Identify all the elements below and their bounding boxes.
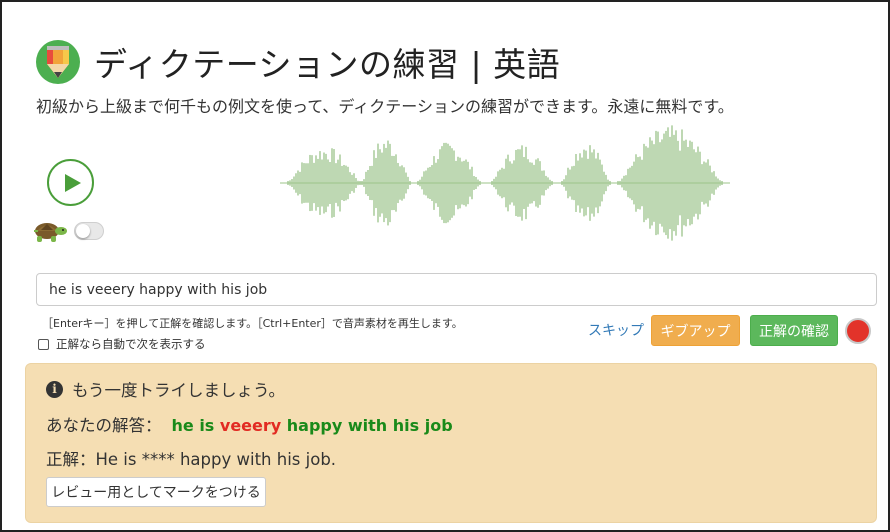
pencil-logo-icon <box>36 40 80 84</box>
your-answer-label: あなたの解答： <box>46 416 162 435</box>
your-answer-text: he is veeery happy with his job <box>172 416 453 435</box>
play-icon <box>64 173 81 192</box>
toggle-knob <box>76 224 90 238</box>
auto-next-option[interactable]: 正解なら自動で次を表示する <box>38 336 206 352</box>
answer-input[interactable] <box>36 273 877 306</box>
page-header: ディクテーションの練習 | 英語 <box>36 38 560 86</box>
turtle-icon[interactable] <box>32 218 68 244</box>
give-up-button[interactable]: ギブアップ <box>651 315 740 346</box>
auto-next-checkbox[interactable] <box>38 338 49 350</box>
page-subtitle: 初級から上級まで何千もの例文を使って、ディクテーションの練習ができます。永遠に無… <box>36 97 734 116</box>
result-message-text: もう一度トライしましょう。 <box>72 381 286 400</box>
info-icon: i <box>46 380 63 398</box>
play-button[interactable] <box>47 159 94 206</box>
mark-for-review-button[interactable]: レビュー用としてマークをつける <box>46 477 266 507</box>
result-message: i もう一度トライしましょう。 <box>46 377 285 401</box>
skip-link[interactable]: スキップ <box>588 320 644 340</box>
answer-part-wrong: veeery <box>219 416 282 435</box>
correct-answer-row: 正解：He is **** happy with his job. <box>46 446 336 470</box>
correct-answer-label: 正解： <box>46 450 96 469</box>
record-button[interactable] <box>845 318 871 344</box>
your-answer-row: あなたの解答： he is veeery happy with his job <box>46 412 453 436</box>
page-title: ディクテーションの練習 | 英語 <box>94 45 561 84</box>
answer-part-correct: happy with his job <box>281 416 453 435</box>
auto-next-label: 正解なら自動で次を表示する <box>56 337 206 351</box>
slow-mode-toggle[interactable] <box>74 222 104 240</box>
answer-part-correct: he is <box>171 416 220 435</box>
keyboard-hint: ［Enterキー］を押して正解を確認します。［Ctrl+Enter］で音声素材を… <box>42 317 463 330</box>
check-answer-button[interactable]: 正解の確認 <box>750 315 838 346</box>
audio-waveform[interactable] <box>280 118 730 248</box>
correct-answer-text: He is **** happy with his job. <box>95 450 337 469</box>
